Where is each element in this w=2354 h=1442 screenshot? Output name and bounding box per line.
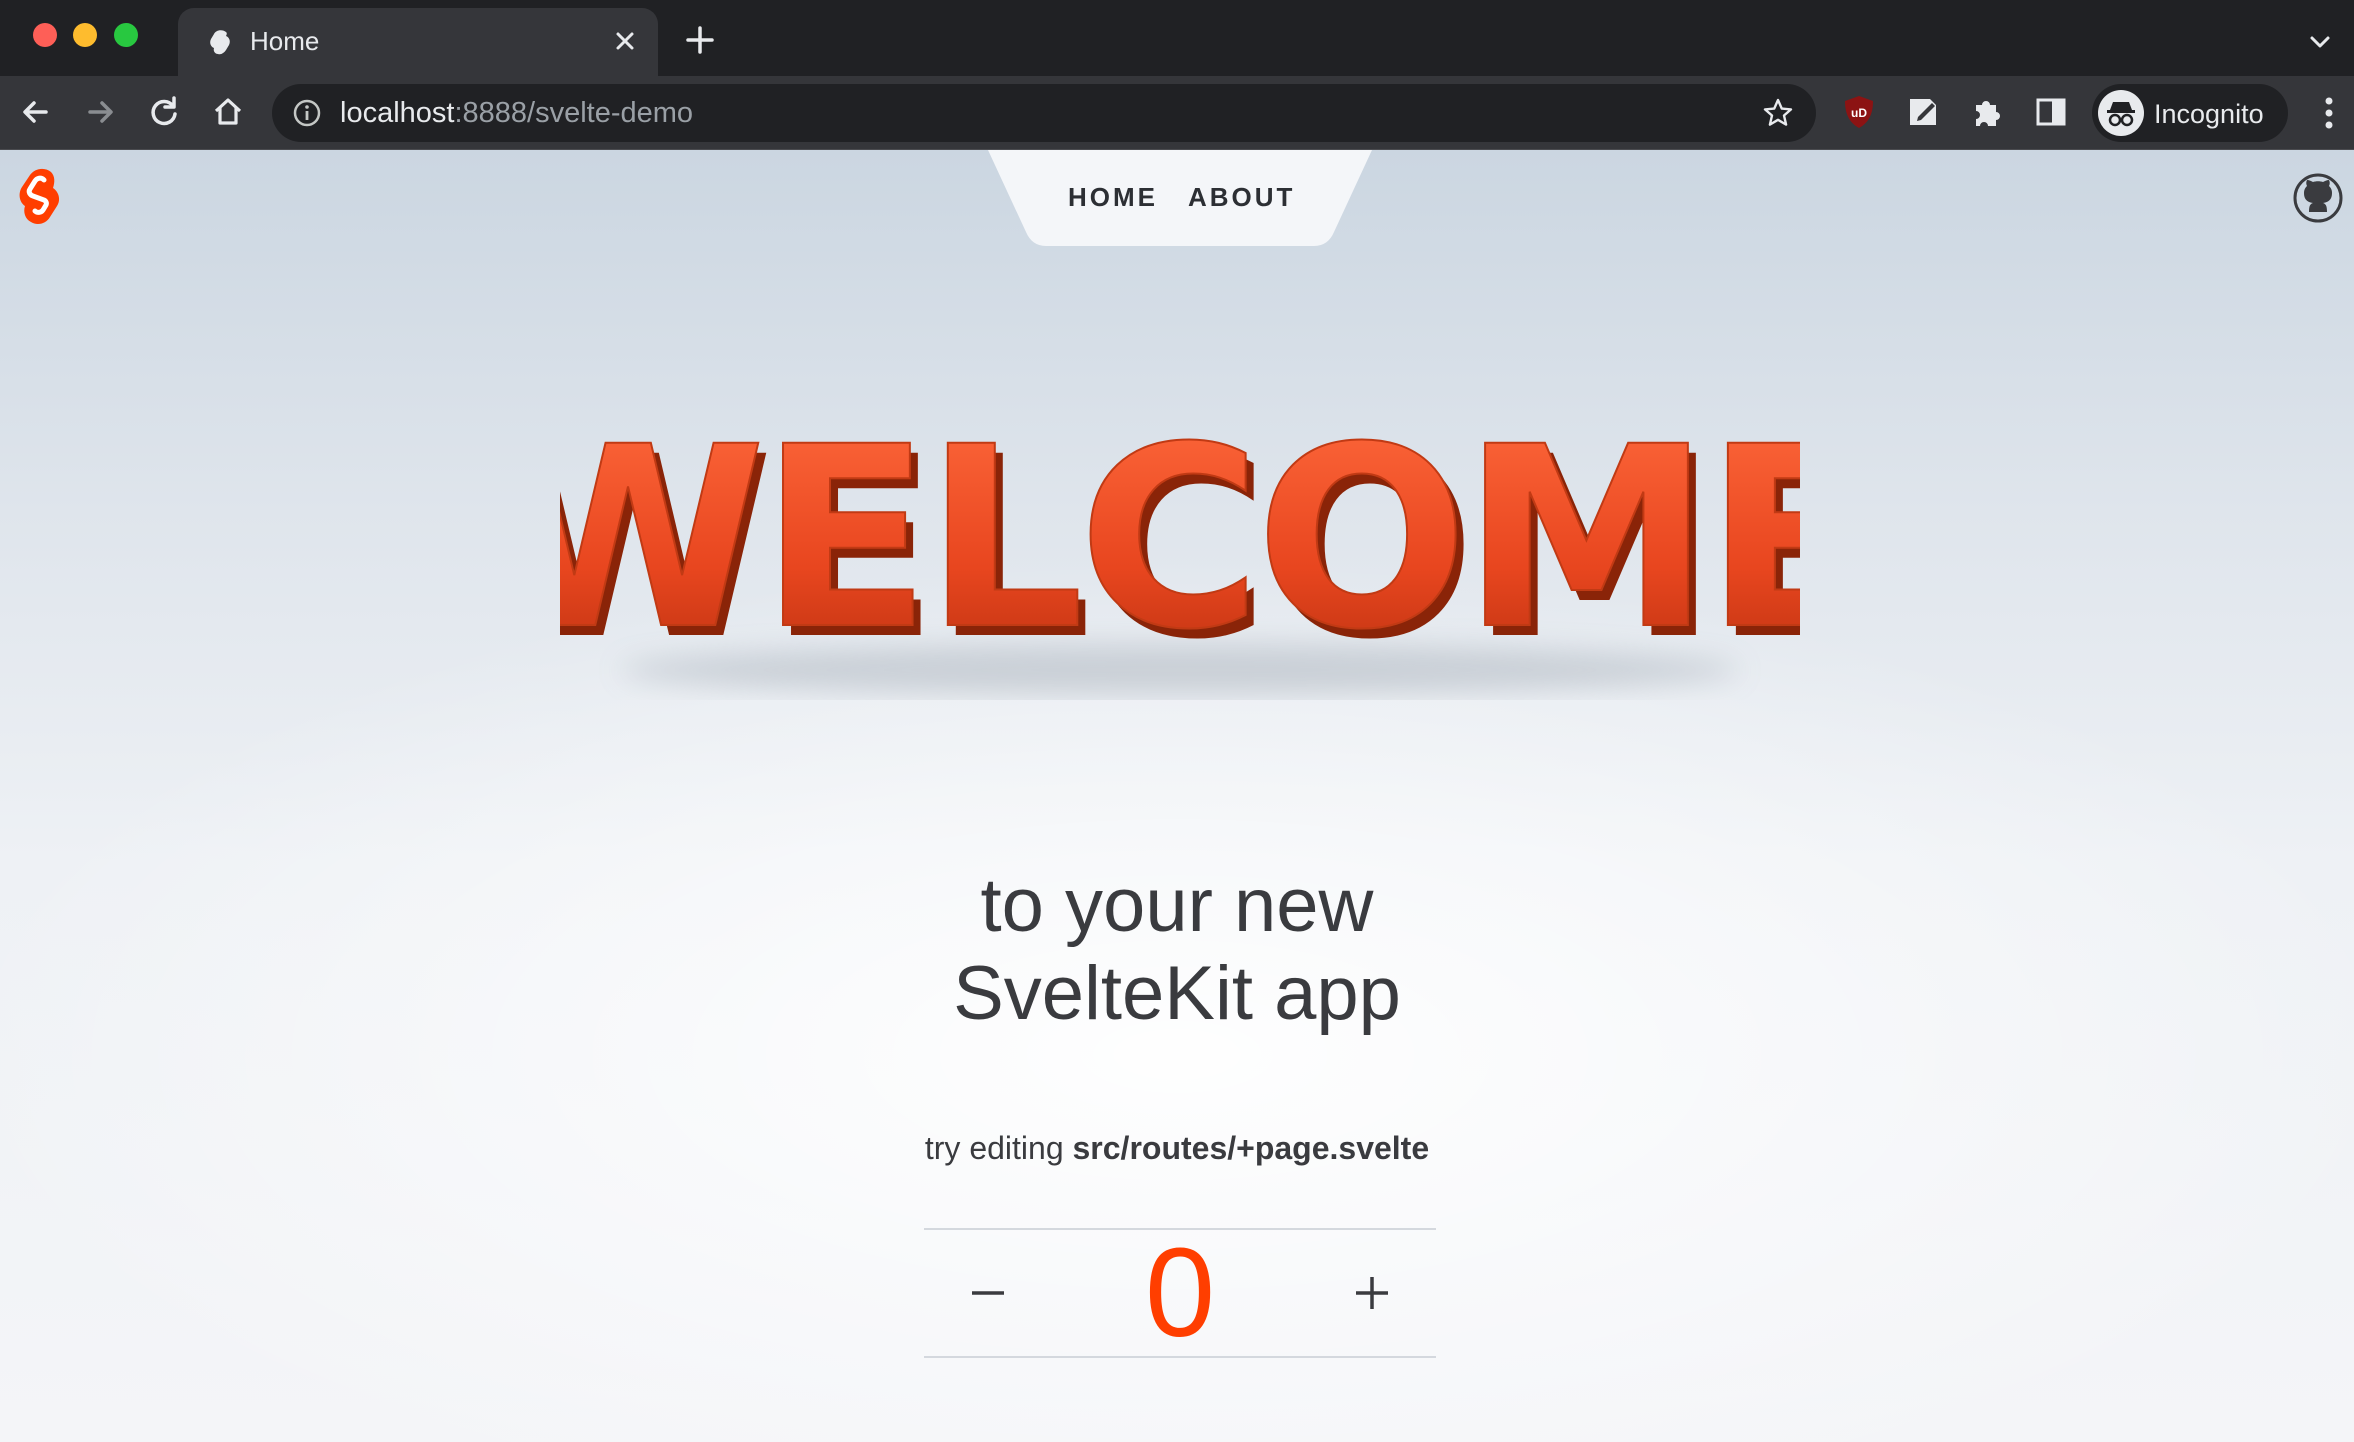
browser-toolbar: localhost:8888/svelte-demo uD Incognito (0, 76, 2354, 150)
page-viewport: HOME ABOUT WELCOME WELCOME to your new S… (0, 150, 2354, 1442)
welcome-text: WELCOME (560, 393, 1800, 684)
nav-link-about[interactable]: ABOUT (1188, 182, 1295, 213)
close-icon[interactable] (610, 26, 640, 56)
plus-icon (1356, 1277, 1388, 1309)
window-minimize-button[interactable] (73, 23, 97, 47)
url-path: :8888/svelte-demo (454, 97, 694, 129)
address-bar[interactable]: localhost:8888/svelte-demo (272, 84, 1816, 142)
kebab-icon[interactable] (2322, 94, 2336, 132)
browser-tab-home[interactable]: Home (178, 8, 658, 76)
incognito-label: Incognito (2154, 99, 2264, 129)
url-text: localhost:8888/svelte-demo (340, 97, 693, 130)
ublock-icon[interactable]: uD (1840, 93, 1878, 131)
decrement-button[interactable] (924, 1230, 1052, 1356)
svelte-logo-icon[interactable] (14, 166, 64, 226)
edit-hint-path: src/routes/+page.svelte (1072, 1130, 1430, 1166)
incognito-profile-button[interactable]: Incognito (2092, 84, 2288, 142)
forward-arrow-icon[interactable] (80, 92, 120, 132)
svg-text:uD: uD (1851, 106, 1867, 120)
star-icon[interactable] (1762, 97, 1794, 129)
incognito-icon (2098, 90, 2144, 136)
hero-subtitle-line1: to your new (980, 863, 1374, 948)
hero-subtitle-line2: SvelteKit app (953, 951, 1401, 1036)
counter-value: 0 (1144, 1222, 1216, 1363)
info-icon[interactable] (292, 98, 322, 128)
welcome-hero-image: WELCOME WELCOME (560, 392, 1800, 696)
back-arrow-icon[interactable] (16, 92, 56, 132)
nav-link-home[interactable]: HOME (1068, 182, 1158, 213)
edit-hint: try editing src/routes/+page.svelte (0, 1130, 2354, 1167)
chevron-down-icon[interactable] (2306, 28, 2334, 56)
tab-strip: Home (0, 0, 2354, 76)
note-icon[interactable] (1904, 93, 1942, 131)
puzzle-icon[interactable] (1968, 93, 2006, 131)
home-icon[interactable] (208, 92, 248, 132)
tab-title: Home (250, 26, 320, 56)
edit-hint-prefix: try editing (924, 1130, 1073, 1166)
sidepanel-icon[interactable] (2032, 93, 2070, 131)
url-host: localhost (340, 97, 455, 129)
increment-button[interactable] (1308, 1230, 1436, 1356)
window-zoom-button[interactable] (114, 23, 138, 47)
plus-icon[interactable] (682, 22, 718, 58)
github-icon[interactable] (2292, 172, 2344, 224)
nav-background (988, 150, 1372, 246)
reload-icon[interactable] (144, 92, 184, 132)
main-nav: HOME ABOUT (988, 150, 1372, 246)
counter: 0 (924, 1228, 1436, 1358)
window-close-button[interactable] (33, 23, 57, 47)
svelte-favicon (210, 30, 230, 55)
minus-icon (972, 1291, 1004, 1295)
